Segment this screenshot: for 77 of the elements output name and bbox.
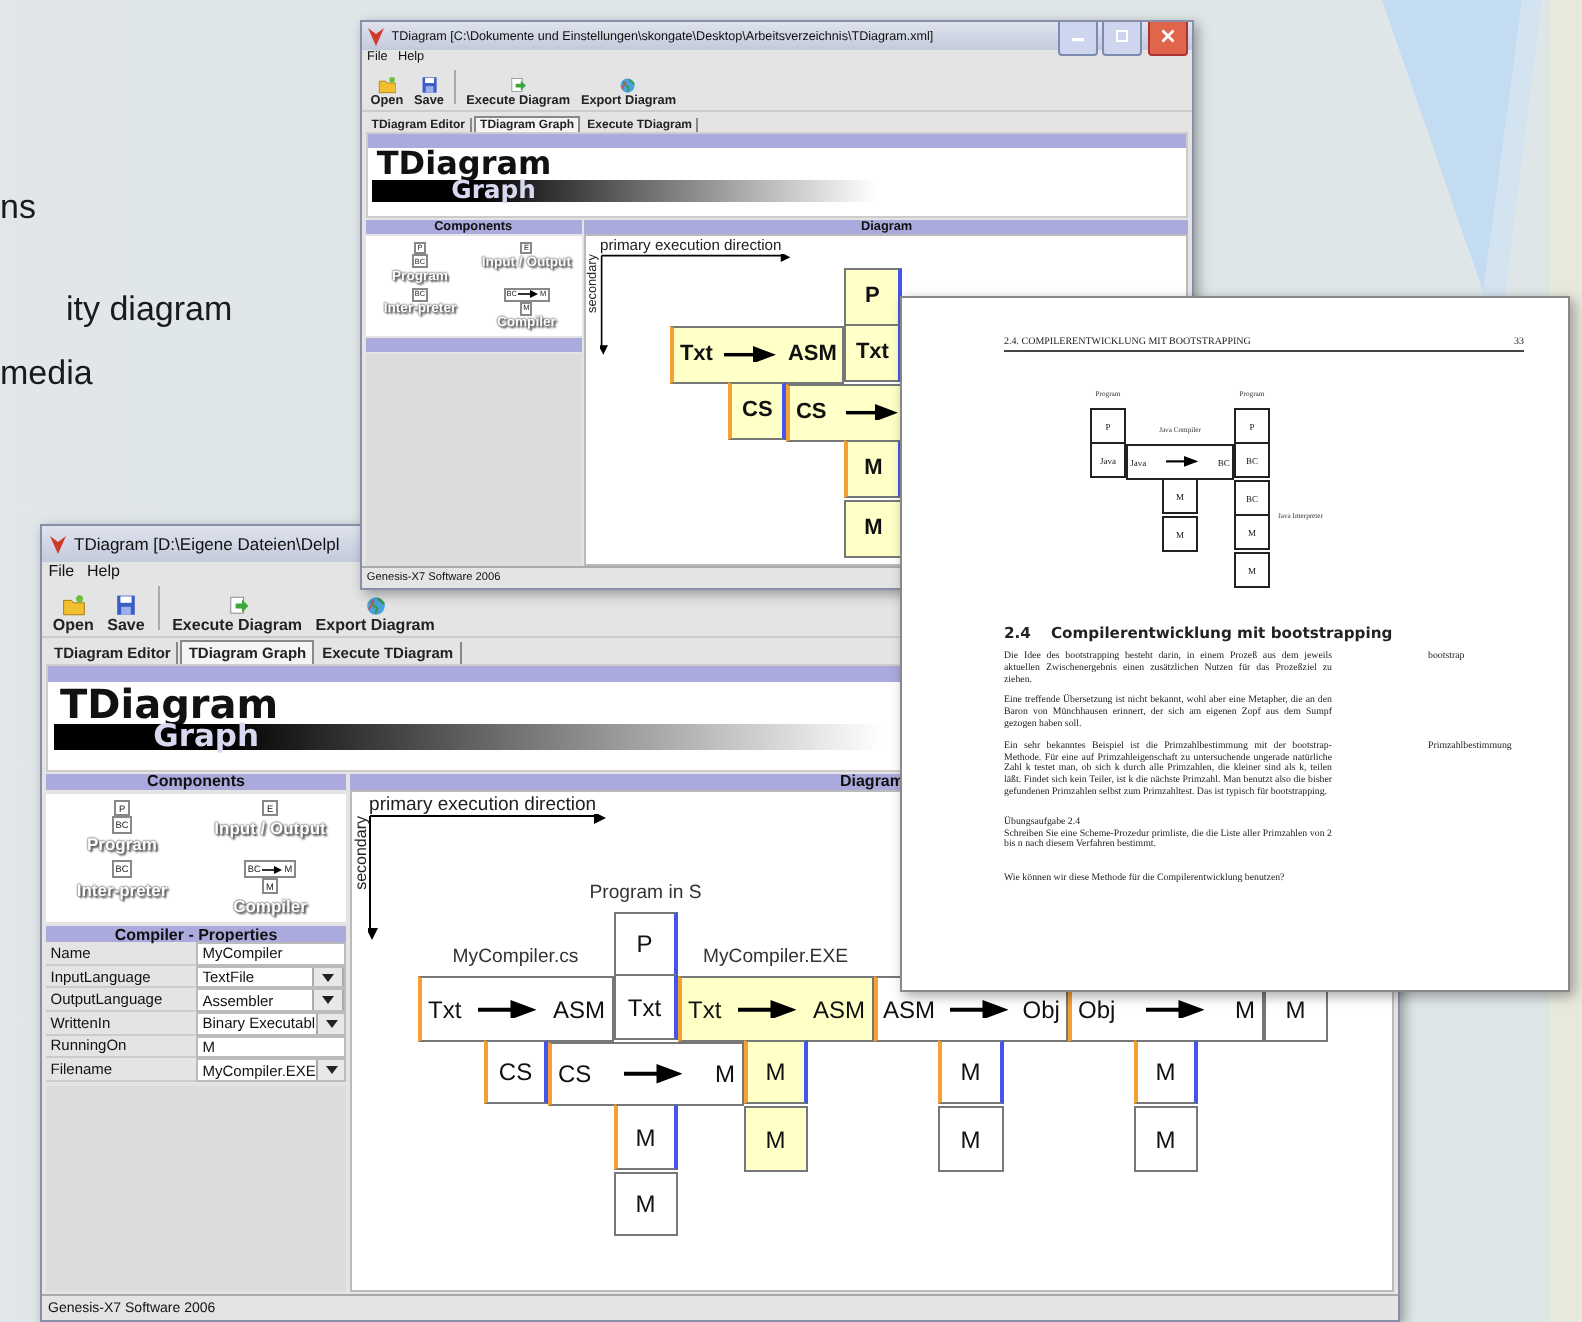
arrow-icon [623,1064,683,1084]
axis-label: secondary [352,815,370,890]
target-language: ASM [552,995,605,1024]
implementation-cell: M [613,1104,678,1170]
folder-icon [377,76,397,95]
arrow-icon [262,865,283,874]
program-language-cell: Txt [844,323,903,382]
app-icon [366,25,387,48]
save-button[interactable]: Save [102,593,150,636]
banner-subtitle: Graph [153,721,260,753]
source-language: Txt [428,995,462,1024]
target-language: ASM [812,995,865,1024]
piece-title: MyCompiler.EXE [700,946,850,969]
source-language: Txt [688,995,722,1024]
arrow-icon [737,999,797,1019]
close-icon [1161,30,1174,43]
arrow-icon [477,999,537,1019]
close-button[interactable] [1147,22,1188,56]
machine-cell: M [613,1171,678,1237]
panel-header: Compiler - Properties [46,926,346,943]
open-button[interactable]: Open [48,593,99,636]
source-language: Obj [1078,995,1116,1024]
arrow-icon [846,403,899,421]
program-name-cell: P [844,267,903,326]
caret-icon [325,1019,338,1028]
menu-item[interactable]: Help [86,561,120,580]
program-name-cell: P [613,911,678,977]
floppy-icon [113,593,138,616]
source-language: CS [795,400,827,425]
folder-icon [61,593,86,616]
machine-cell: M [743,1106,808,1172]
caret-icon [322,973,334,982]
implementation-cell: M [1133,1039,1198,1105]
globe-icon [363,593,388,616]
program-language-cell: Txt [613,974,678,1040]
source-language: CS [558,1060,592,1089]
machine-cell: M [938,1106,1003,1172]
arrow-icon [518,290,539,299]
source-language: Txt [679,342,713,367]
arrow-icon [1145,999,1205,1019]
slide-text: ns [0,188,36,228]
piece-title: Program in S [587,881,704,904]
app-icon [48,533,68,555]
caret-icon [322,996,334,1005]
caret-icon [325,1066,338,1075]
execute-button[interactable]: Execute Diagram [167,593,307,636]
maximize-icon [1116,30,1129,43]
slide-text: ity diagram [66,290,233,330]
implementation-cell: M [844,439,903,498]
source-language: ASM [883,995,936,1024]
floppy-icon [419,76,439,95]
maximize-button[interactable] [1102,22,1143,56]
implementation-cell: CS [483,1039,548,1105]
piece-title: MyCompiler.cs [450,946,581,969]
implementation-cell: CS [728,381,787,440]
target-language: Obj [1022,995,1060,1024]
target-language: M [1235,995,1255,1024]
arrow-icon [724,345,777,363]
globe-icon [618,76,639,95]
machine-cell: M [1133,1106,1198,1172]
implementation-cell: M [743,1039,808,1105]
banner-title: TDiagram [58,681,279,724]
implementation-cell: M [938,1039,1003,1105]
target-language: ASM [787,342,837,367]
window-title: TDiagram [D:\Eigene Dateien\Delpl [74,534,340,554]
slide-text: media [0,354,93,394]
arrow-icon [1165,456,1199,468]
panel-header: Components [46,773,346,790]
minimize-button[interactable] [1057,22,1098,56]
banner-title: TDiagram [374,147,552,181]
axis-label: primary execution direction [369,793,597,816]
export-button[interactable]: Export Diagram [310,593,440,636]
target-language: M [714,1060,735,1089]
banner-subtitle: Graph [451,178,536,204]
menu-item[interactable]: File [48,561,75,580]
machine-cell: M [844,499,903,558]
arrow-icon [949,999,1009,1019]
